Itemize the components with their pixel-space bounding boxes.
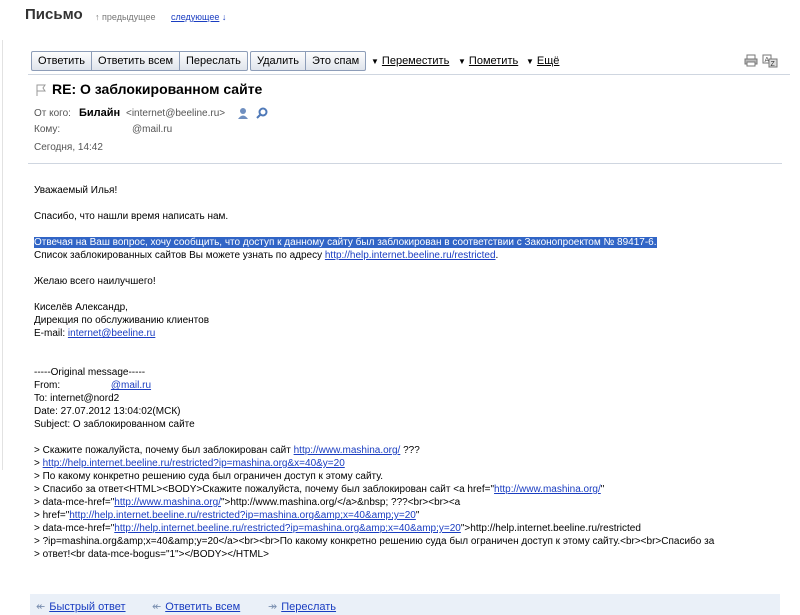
reply-arrow-icon: ↞ xyxy=(36,601,46,613)
restricted-list-link[interactable]: http://help.internet.beeline.ru/restrict… xyxy=(325,250,496,261)
recipient-email: @mail.ru xyxy=(132,124,173,135)
restricted-list-line: Список заблокированных сайтов Вы можете … xyxy=(34,250,499,261)
prev-message-link[interactable]: ↑ предыдущее xyxy=(95,12,156,22)
reply-button[interactable]: Ответить xyxy=(32,52,93,70)
quote-line: > Скажите пожалуйста, почему был заблоки… xyxy=(34,445,420,456)
original-to-line: To: internet@nord2 xyxy=(34,393,120,404)
forward-arrow-icon: ↠ xyxy=(268,601,278,613)
action-button-group: Удалить Это спам xyxy=(250,51,367,71)
mark-menu[interactable]: ▼ Пометить xyxy=(458,55,518,67)
move-menu[interactable]: ▼ Переместить xyxy=(371,55,449,67)
more-menu[interactable]: ▼ Ещё xyxy=(526,55,559,67)
reply-all-arrow-icon: ↞ xyxy=(152,601,162,613)
print-icon[interactable] xyxy=(744,54,758,67)
message-date: Сегодня, 14:42 xyxy=(34,142,103,153)
signature-email-link[interactable]: internet@beeline.ru xyxy=(68,328,155,339)
page-title: Письмо xyxy=(25,6,83,23)
original-from-line: From: @mail.ru xyxy=(34,380,152,391)
next-message-link[interactable]: следующее ↓ xyxy=(171,12,226,22)
flag-icon[interactable] xyxy=(35,84,47,97)
quote-line: > По какому конкретно решению суда был о… xyxy=(34,471,384,482)
to-label: Кому: xyxy=(34,124,61,135)
arrow-down-icon: ↓ xyxy=(221,12,227,22)
translate-icon[interactable]: A Z xyxy=(762,54,778,68)
selected-text: Отвечая на Ваш вопрос, хочу сообщить, чт… xyxy=(34,237,657,248)
quote-line: > data-mce-href="http://www.mashina.org/… xyxy=(34,497,461,508)
original-date-line: Date: 27.07.2012 13:04:02(МСК) xyxy=(34,406,181,417)
footer-reply-all-button[interactable]: ↞ Ответить всем xyxy=(152,600,240,613)
spam-button[interactable]: Это спам xyxy=(306,52,365,70)
reply-button-group: Ответить Ответить всем Переслать xyxy=(31,51,248,71)
quote-line: > Спасибо за ответ<HTML><BODY>Скажите по… xyxy=(34,484,605,495)
quote-link[interactable]: http://www.mashina.org/ xyxy=(294,445,401,456)
quote-link[interactable]: http://www.mashina.org/ xyxy=(494,484,601,495)
footer-bar xyxy=(30,594,780,615)
arrow-up-icon: ↑ xyxy=(95,12,100,22)
toolbar-divider xyxy=(28,74,790,75)
quote-link[interactable]: http://help.internet.beeline.ru/restrict… xyxy=(43,458,345,469)
reply-all-button[interactable]: Ответить всем xyxy=(92,52,181,70)
quote-link[interactable]: http://help.internet.beeline.ru/restrict… xyxy=(114,523,461,534)
search-sender-icon[interactable] xyxy=(256,107,268,120)
quick-reply-button[interactable]: ↞ Быстрый ответ xyxy=(36,600,126,613)
quote-line: > data-mce-href="http://help.internet.be… xyxy=(34,523,641,534)
quote-line: > ответ!<br data-mce-bogus="1"></BODY></… xyxy=(34,549,269,560)
signature-department: Дирекция по обслуживанию клиентов xyxy=(34,315,209,326)
add-contact-icon[interactable] xyxy=(237,107,249,120)
delete-button[interactable]: Удалить xyxy=(251,52,306,70)
signature-email-line: E-mail: internet@beeline.ru xyxy=(34,328,156,339)
svg-text:Z: Z xyxy=(771,61,776,68)
header-divider xyxy=(28,163,782,164)
sender-email: <internet@beeline.ru> xyxy=(126,108,226,119)
quote-link[interactable]: http://www.mashina.org/ xyxy=(114,497,221,508)
message-subject: RE: О заблокированном сайте xyxy=(52,81,263,97)
dropdown-arrow-icon: ▼ xyxy=(526,57,534,66)
original-header: -----Original message----- xyxy=(34,367,146,378)
quote-link[interactable]: http://help.internet.beeline.ru/restrict… xyxy=(69,510,416,521)
dropdown-arrow-icon: ▼ xyxy=(458,57,466,66)
wish-line: Желаю всего наилучшего! xyxy=(34,276,156,287)
original-from-email[interactable]: @mail.ru xyxy=(111,380,151,391)
dropdown-arrow-icon: ▼ xyxy=(371,57,379,66)
quote-line: > href="http://help.internet.beeline.ru/… xyxy=(34,510,420,521)
next-label: следующее xyxy=(171,12,220,22)
thanks-line: Спасибо, что нашли время написать нам. xyxy=(34,211,229,222)
prev-label: предыдущее xyxy=(102,12,156,22)
greeting-line: Уважаемый Илья! xyxy=(34,185,118,196)
original-subject-line: Subject: О заблокированном сайте xyxy=(34,419,195,430)
forward-button[interactable]: Переслать xyxy=(180,52,247,70)
footer-forward-button[interactable]: ↠ Переслать xyxy=(268,600,336,613)
answer-line: Отвечая на Ваш вопрос, хочу сообщить, чт… xyxy=(34,236,657,249)
quote-line: > http://help.internet.beeline.ru/restri… xyxy=(34,458,345,469)
sender-name: Билайн xyxy=(79,107,121,119)
signature-name: Киселёв Александр, xyxy=(34,302,128,313)
quote-line: > ?ip=mashina.org&amp;x=40&amp;y=20</a><… xyxy=(34,536,715,547)
from-label: От кого: xyxy=(34,108,71,119)
left-border xyxy=(2,40,3,470)
